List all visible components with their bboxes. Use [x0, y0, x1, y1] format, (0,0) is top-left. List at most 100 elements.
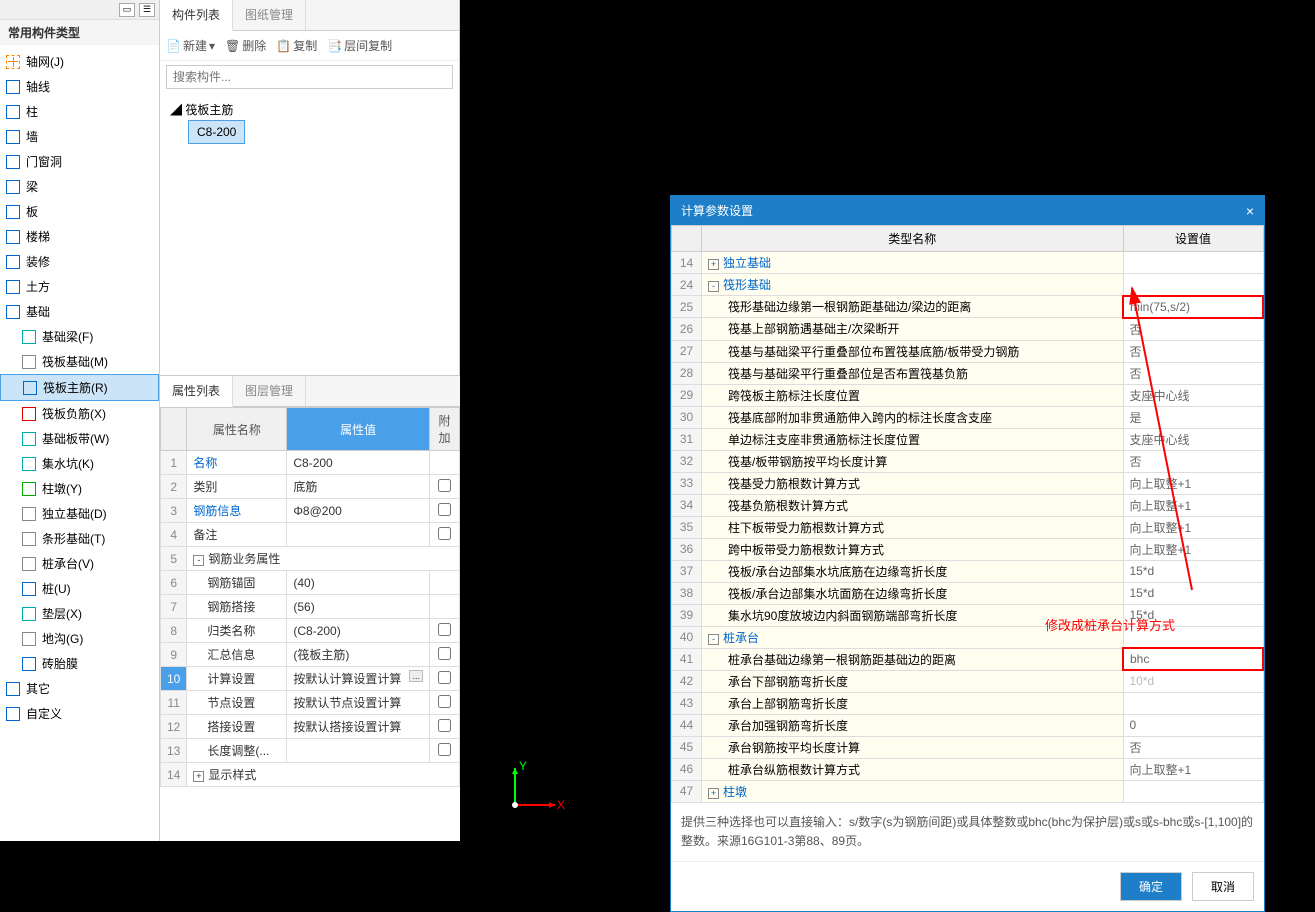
- param-row[interactable]: 47+柱墩: [672, 780, 1264, 802]
- property-row[interactable]: 13长度调整(...: [161, 739, 460, 763]
- param-row[interactable]: 35柱下板带受力筋根数计算方式向上取整+1: [672, 516, 1264, 538]
- view-icon-1[interactable]: ▭: [119, 3, 135, 17]
- prop-value[interactable]: (56): [287, 595, 430, 619]
- param-value[interactable]: 向上取整+1: [1123, 472, 1263, 494]
- prop-checkbox[interactable]: [438, 623, 451, 636]
- tree-item[interactable]: 柱: [0, 99, 159, 124]
- tree-item[interactable]: 地沟(G): [0, 626, 159, 651]
- tree-item[interactable]: 独立基础(D): [0, 501, 159, 526]
- param-value[interactable]: 否: [1123, 450, 1263, 472]
- param-row[interactable]: 25筏形基础边缘第一根钢筋距基础边/梁边的距离min(75,s/2): [672, 296, 1264, 318]
- prop-value[interactable]: (C8-200): [287, 619, 430, 643]
- param-value[interactable]: 支座中心线: [1123, 384, 1263, 406]
- expand-icon[interactable]: +: [193, 771, 204, 782]
- param-row[interactable]: 27筏基与基础梁平行重叠部位布置筏基底筋/板带受力钢筋否: [672, 340, 1264, 362]
- property-row[interactable]: 10计算设置按默认计算设置计算...: [161, 667, 460, 691]
- param-value[interactable]: 0: [1123, 714, 1263, 736]
- tree-item[interactable]: 门窗洞: [0, 149, 159, 174]
- param-row[interactable]: 28筏基与基础梁平行重叠部位是否布置筏基负筋否: [672, 362, 1264, 384]
- property-row[interactable]: 8归类名称(C8-200): [161, 619, 460, 643]
- prop-checkbox[interactable]: [438, 479, 451, 492]
- expand-icon[interactable]: -: [708, 281, 719, 292]
- property-row[interactable]: 11节点设置按默认节点设置计算: [161, 691, 460, 715]
- param-value[interactable]: 向上取整+1: [1123, 758, 1263, 780]
- prop-checkbox[interactable]: [438, 503, 451, 516]
- tree-child-selected[interactable]: C8-200: [188, 120, 245, 144]
- prop-value[interactable]: [287, 523, 430, 547]
- tree-item[interactable]: 板: [0, 199, 159, 224]
- param-row[interactable]: 30筏基底部附加非贯通筋伸入跨内的标注长度含支座是: [672, 406, 1264, 428]
- copy-button[interactable]: 📋 复制: [276, 37, 317, 54]
- param-value[interactable]: [1123, 252, 1263, 274]
- param-row[interactable]: 26筏基上部钢筋遇基础主/次梁断开否: [672, 318, 1264, 341]
- param-row[interactable]: 38筏板/承台边部集水坑面筋在边缘弯折长度15*d: [672, 582, 1264, 604]
- param-value[interactable]: 否: [1123, 736, 1263, 758]
- param-value[interactable]: [1123, 274, 1263, 296]
- param-value[interactable]: 10*d: [1123, 670, 1263, 692]
- prop-checkbox[interactable]: [438, 695, 451, 708]
- prop-checkbox[interactable]: [438, 647, 451, 660]
- close-icon[interactable]: ×: [1246, 203, 1254, 219]
- param-row[interactable]: 24-筏形基础: [672, 274, 1264, 296]
- param-row[interactable]: 42承台下部钢筋弯折长度10*d: [672, 670, 1264, 692]
- ellipsis-button[interactable]: ...: [409, 670, 423, 682]
- property-row[interactable]: 7钢筋搭接(56): [161, 595, 460, 619]
- param-row[interactable]: 46桩承台纵筋根数计算方式向上取整+1: [672, 758, 1264, 780]
- tree-item[interactable]: 集水坑(K): [0, 451, 159, 476]
- tree-item[interactable]: 梁: [0, 174, 159, 199]
- param-value[interactable]: 否: [1123, 362, 1263, 384]
- tree-item[interactable]: 桩(U): [0, 576, 159, 601]
- param-value[interactable]: 15*d: [1123, 582, 1263, 604]
- ok-button[interactable]: 确定: [1120, 872, 1182, 901]
- tree-item[interactable]: 基础板带(W): [0, 426, 159, 451]
- prop-value[interactable]: 按默认搭接设置计算: [287, 715, 430, 739]
- param-row[interactable]: 36跨中板带受力筋根数计算方式向上取整+1: [672, 538, 1264, 560]
- param-row[interactable]: 44承台加强钢筋弯折长度0: [672, 714, 1264, 736]
- tree-item[interactable]: 基础: [0, 299, 159, 324]
- param-value[interactable]: [1123, 780, 1263, 802]
- property-row[interactable]: 5-钢筋业务属性: [161, 547, 460, 571]
- property-row[interactable]: 9汇总信息(筏板主筋): [161, 643, 460, 667]
- tree-item[interactable]: 自定义: [0, 701, 159, 726]
- tab-drawing-mgmt[interactable]: 图纸管理: [233, 0, 306, 30]
- tab-component-list[interactable]: 构件列表: [160, 0, 233, 31]
- tree-item[interactable]: 土方: [0, 274, 159, 299]
- tree-item[interactable]: 筏板主筋(R): [0, 374, 159, 401]
- property-row[interactable]: 1名称C8-200: [161, 451, 460, 475]
- prop-checkbox[interactable]: [438, 527, 451, 540]
- param-value[interactable]: min(75,s/2): [1123, 296, 1263, 318]
- prop-checkbox[interactable]: [438, 719, 451, 732]
- param-value[interactable]: 向上取整+1: [1123, 494, 1263, 516]
- view-icon-2[interactable]: ☰: [139, 3, 155, 17]
- param-row[interactable]: 37筏板/承台边部集水坑底筋在边缘弯折长度15*d: [672, 560, 1264, 582]
- tree-item[interactable]: 筏板基础(M): [0, 349, 159, 374]
- prop-value[interactable]: (40): [287, 571, 430, 595]
- property-row[interactable]: 2类别底筋: [161, 475, 460, 499]
- prop-value[interactable]: (筏板主筋): [287, 643, 430, 667]
- param-row[interactable]: 29跨筏板主筋标注长度位置支座中心线: [672, 384, 1264, 406]
- expand-icon[interactable]: -: [708, 634, 719, 645]
- expand-icon[interactable]: +: [708, 788, 719, 799]
- param-value[interactable]: 15*d: [1123, 560, 1263, 582]
- new-button[interactable]: 📄 新建 ▾: [166, 37, 215, 54]
- param-value[interactable]: 支座中心线: [1123, 428, 1263, 450]
- tree-item[interactable]: 垫层(X): [0, 601, 159, 626]
- param-value[interactable]: 向上取整+1: [1123, 516, 1263, 538]
- expand-icon[interactable]: +: [708, 259, 719, 270]
- param-row[interactable]: 34筏基负筋根数计算方式向上取整+1: [672, 494, 1264, 516]
- tree-item[interactable]: 筏板负筋(X): [0, 401, 159, 426]
- param-row[interactable]: 41桩承台基础边缘第一根钢筋距基础边的距离bhc: [672, 648, 1264, 670]
- prop-value[interactable]: Φ8@200: [287, 499, 430, 523]
- tree-item[interactable]: 基础梁(F): [0, 324, 159, 349]
- property-row[interactable]: 3钢筋信息Φ8@200: [161, 499, 460, 523]
- tree-item[interactable]: 装修: [0, 249, 159, 274]
- property-row[interactable]: 4备注: [161, 523, 460, 547]
- tree-item[interactable]: 砖胎膜: [0, 651, 159, 676]
- tree-item[interactable]: 其它: [0, 676, 159, 701]
- param-value[interactable]: 否: [1123, 318, 1263, 341]
- tree-parent[interactable]: ◢ 筏板主筋: [170, 99, 449, 120]
- param-row[interactable]: 45承台钢筋按平均长度计算否: [672, 736, 1264, 758]
- tree-item[interactable]: 楼梯: [0, 224, 159, 249]
- tab-property-list[interactable]: 属性列表: [160, 376, 233, 407]
- property-row[interactable]: 6钢筋锚固(40): [161, 571, 460, 595]
